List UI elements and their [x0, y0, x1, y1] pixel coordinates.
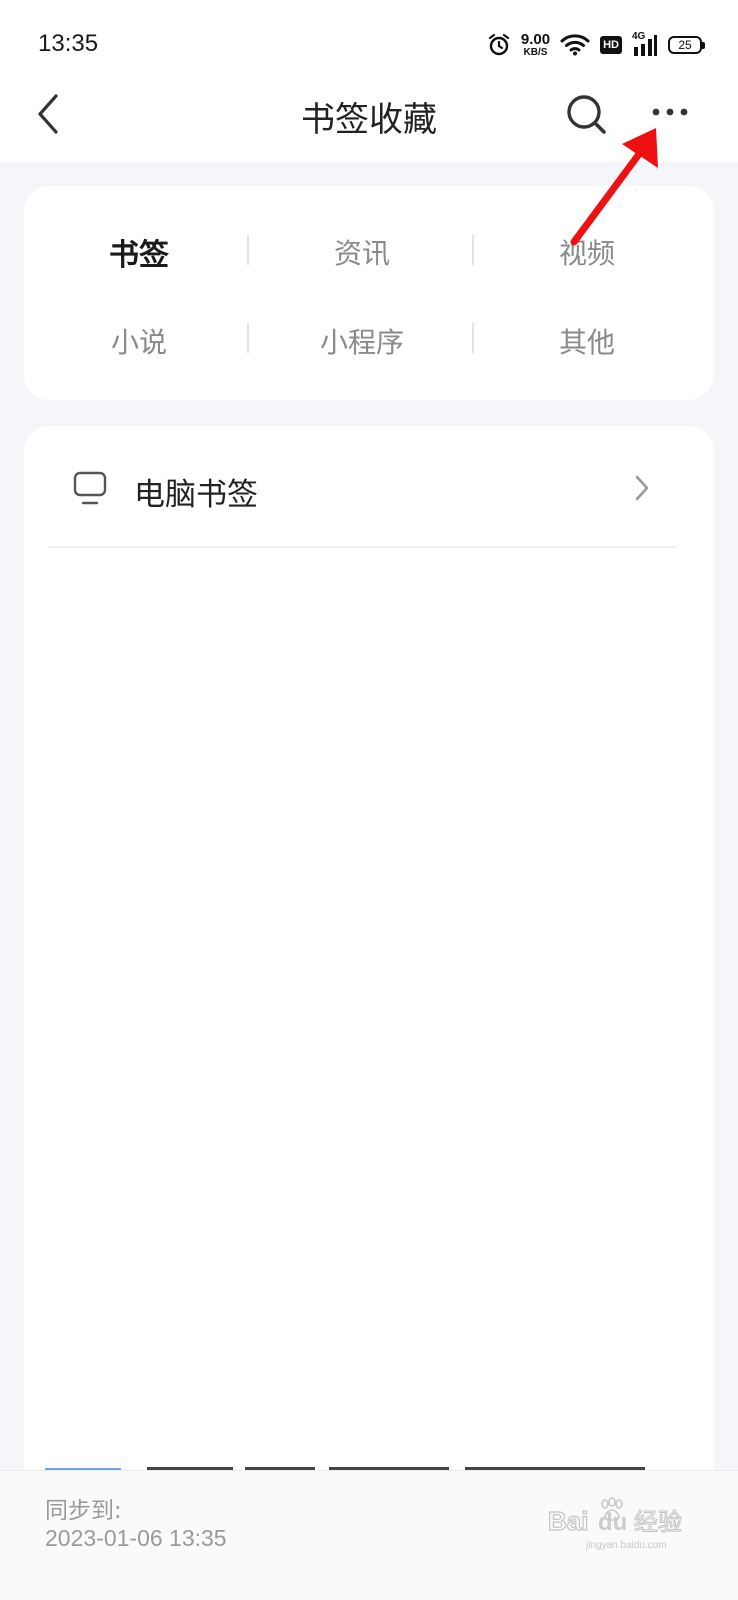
- wifi-icon: [560, 34, 590, 56]
- cellular-signal: 4G: [632, 31, 658, 57]
- category-bookmarks[interactable]: 书签: [24, 230, 254, 274]
- chevron-right-icon: [635, 475, 649, 501]
- svg-text:du: du: [598, 1509, 627, 1536]
- more-dots-icon: [652, 108, 688, 116]
- more-options-button[interactable]: [648, 100, 696, 124]
- alarm-icon: [488, 33, 510, 56]
- network-speed-unit: KB/S: [523, 47, 548, 58]
- battery-level: 25: [678, 38, 692, 52]
- pc-bookmarks-row[interactable]: 电脑书签: [24, 426, 714, 548]
- svg-text:Bai: Bai: [548, 1506, 588, 1536]
- status-time: 13:35: [38, 30, 99, 57]
- category-novels[interactable]: 小说: [24, 321, 254, 361]
- network-speed: 9.00 KB/S: [521, 32, 550, 58]
- hd-badge: HD: [600, 36, 622, 54]
- status-icons: 9.00 KB/S HD 4G 25: [487, 30, 705, 60]
- category-mini-programs[interactable]: 小程序: [247, 321, 477, 361]
- baidu-logo: Bai du 经验 jingyan.baidu.com: [547, 1497, 683, 1551]
- svg-text:经验: 经验: [634, 1508, 682, 1536]
- sync-timestamp: 2023-01-06 13:35: [45, 1525, 227, 1551]
- sync-label: 同步到:: [45, 1498, 122, 1524]
- bookmark-list: 电脑书签: [24, 426, 714, 1600]
- signal-bars-icon: [634, 35, 657, 56]
- category-other[interactable]: 其他: [472, 321, 702, 361]
- monitor-icon: [73, 471, 107, 505]
- battery-indicator: 25: [668, 36, 705, 54]
- list-divider: [48, 546, 676, 548]
- category-news[interactable]: 资讯: [247, 232, 477, 272]
- annotation-arrow: [570, 128, 658, 246]
- network-speed-value: 9.00: [520, 31, 551, 48]
- baidu-jingyan-watermark: Bai du 经验 jingyan.baidu.com: [547, 1496, 698, 1552]
- pc-bookmarks-label: 电脑书签: [134, 477, 258, 513]
- svg-text:jingyan.baidu.com: jingyan.baidu.com: [585, 1540, 667, 1551]
